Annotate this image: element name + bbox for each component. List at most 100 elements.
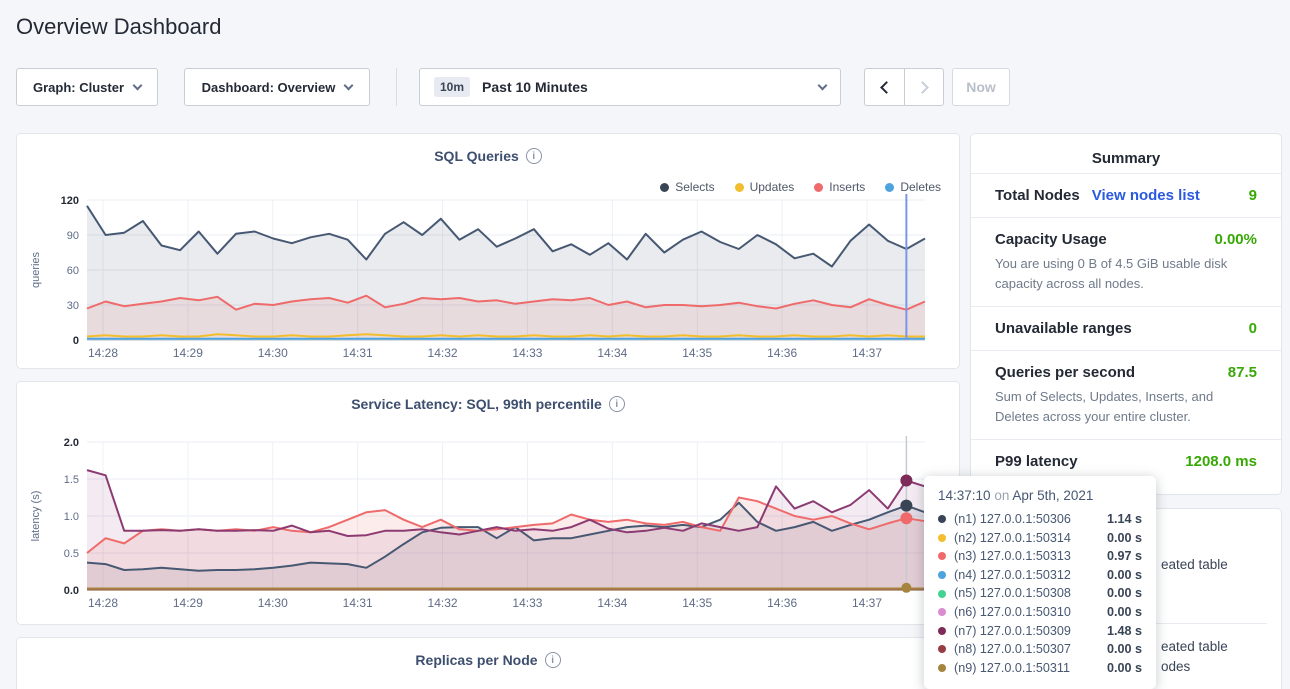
x-tick-label: 14:36: [767, 596, 797, 610]
summary-title: Summary: [971, 134, 1281, 173]
x-tick-label: 14:34: [597, 596, 627, 610]
event-item-fragment: eated table: [1161, 557, 1228, 572]
y-tick-label: 0.5: [64, 548, 79, 560]
view-nodes-link[interactable]: View nodes list: [1092, 187, 1200, 204]
chevron-down-icon: [133, 80, 143, 90]
sql-queries-chart[interactable]: 14:2814:2914:3014:3114:3214:3314:3414:35…: [25, 190, 953, 364]
summary-row-unavailable: Unavailable ranges 0: [971, 306, 1281, 350]
x-tick-label: 14:32: [428, 346, 458, 360]
chevron-down-icon: [344, 80, 354, 90]
x-tick-label: 14:33: [512, 346, 542, 360]
tooltip-row: (n5) 127.0.0.1:50308 0.00 s: [938, 584, 1142, 603]
next-time-button[interactable]: [904, 68, 944, 106]
info-icon[interactable]: i: [545, 652, 561, 668]
info-icon[interactable]: i: [609, 396, 625, 412]
node-latency-value: 0.00 s: [1107, 566, 1142, 585]
summary-row-qps: Queries per second 87.5 Sum of Selects, …: [971, 350, 1281, 439]
node-color-dot-icon: [938, 664, 946, 672]
node-color-dot-icon: [938, 534, 946, 542]
replicas-panel: Replicas per Node i: [16, 637, 960, 689]
y-axis-title: latency (s): [30, 491, 42, 542]
sql-chart-title: SQL Queries i: [17, 134, 959, 164]
tooltip-rows: (n1) 127.0.0.1:503061.14 s(n2) 127.0.0.1…: [938, 510, 1142, 677]
tooltip-connector: on: [991, 488, 1013, 503]
event-item-fragment: eated table: [1161, 639, 1228, 654]
now-button[interactable]: Now: [952, 68, 1010, 106]
controls-divider: [396, 68, 397, 106]
page-title: Overview Dashboard: [16, 14, 221, 40]
node-color-dot-icon: [938, 608, 946, 616]
replicas-chart-title: Replicas per Node i: [17, 638, 959, 668]
tooltip-row: (n6) 127.0.0.1:503100.00 s: [938, 603, 1142, 622]
y-tick-label: 0.0: [64, 585, 79, 597]
dashboard-dropdown-label: Dashboard: Overview: [202, 80, 336, 95]
node-address: (n3) 127.0.0.1:50313: [954, 547, 1071, 566]
total-nodes-value: 9: [1249, 187, 1257, 204]
qps-value: 87.5: [1228, 364, 1257, 381]
y-tick-label: 30: [67, 300, 79, 312]
dashboard-dropdown[interactable]: Dashboard: Overview: [184, 68, 370, 106]
total-nodes-label: Total Nodes: [995, 187, 1080, 204]
graph-dropdown-label: Graph: Cluster: [33, 80, 124, 95]
summary-row-capacity: Capacity Usage 0.00% You are using 0 B o…: [971, 217, 1281, 306]
x-tick-label: 14:37: [852, 596, 882, 610]
time-range-selector[interactable]: 10m Past 10 Minutes: [419, 68, 841, 106]
node-address: (n2) 127.0.0.1:50314: [954, 529, 1071, 548]
x-tick-label: 14:37: [852, 346, 882, 360]
x-tick-label: 14:30: [258, 596, 288, 610]
node-latency-value: 0.00 s: [1107, 584, 1142, 603]
node-latency-value: 0.97 s: [1107, 547, 1142, 566]
y-tick-label: 2.0: [64, 437, 79, 449]
x-tick-label: 14:31: [343, 596, 373, 610]
y-axis-title: queries: [30, 251, 42, 288]
node-latency-value: 0.00 s: [1107, 529, 1142, 548]
node-latency-value: 1.48 s: [1107, 622, 1142, 641]
node-color-dot-icon: [938, 645, 946, 653]
tooltip-row: (n2) 127.0.0.1:50314 0.00 s: [938, 529, 1142, 548]
chevron-right-icon: [916, 81, 929, 94]
latency-chart-title: Service Latency: SQL, 99th percentile i: [17, 382, 959, 412]
chevron-down-icon: [818, 80, 828, 90]
x-tick-label: 14:28: [88, 346, 118, 360]
qps-label: Queries per second: [995, 364, 1135, 381]
node-latency-value: 0.00 s: [1107, 640, 1142, 659]
x-tick-label: 14:29: [173, 346, 203, 360]
x-tick-label: 14:33: [512, 596, 542, 610]
node-color-dot-icon: [938, 552, 946, 560]
node-address: (n8) 127.0.0.1:50307: [954, 640, 1071, 659]
info-icon[interactable]: i: [526, 148, 542, 164]
node-address: (n6) 127.0.0.1:50310: [954, 603, 1071, 622]
replicas-chart-title-text: Replicas per Node: [415, 652, 537, 668]
latency-panel: Service Latency: SQL, 99th percentile i …: [16, 381, 960, 625]
y-tick-label: 120: [61, 195, 79, 207]
x-tick-label: 14:28: [88, 596, 118, 610]
graph-dropdown[interactable]: Graph: Cluster: [16, 68, 158, 106]
prev-time-button[interactable]: [864, 68, 904, 106]
node-color-dot-icon: [938, 590, 946, 598]
x-tick-label: 14:35: [682, 596, 712, 610]
node-address: (n5) 127.0.0.1:50308: [954, 584, 1071, 603]
summary-panel: Summary Total Nodes View nodes list 9 Ca…: [970, 133, 1282, 495]
tooltip-row: (n1) 127.0.0.1:503061.14 s: [938, 510, 1142, 529]
latency-tooltip: 14:37:10 on Apr 5th, 2021 (n1) 127.0.0.1…: [924, 476, 1156, 689]
latency-chart[interactable]: 14:2814:2914:3014:3114:3214:3314:3414:35…: [25, 432, 953, 614]
sql-chart-title-text: SQL Queries: [434, 148, 519, 164]
capacity-label: Capacity Usage: [995, 231, 1107, 248]
node-color-dot-icon: [938, 627, 946, 635]
tooltip-date: Apr 5th, 2021: [1012, 488, 1093, 503]
node-address: (n4) 127.0.0.1:50312: [954, 566, 1071, 585]
p99-label: P99 latency: [995, 453, 1078, 470]
unavailable-value: 0: [1249, 320, 1257, 337]
time-range-label: Past 10 Minutes: [482, 79, 588, 95]
tooltip-row: (n3) 127.0.0.1:50313 0.97 s: [938, 547, 1142, 566]
event-item-fragment: odes: [1161, 659, 1190, 674]
y-tick-label: 0: [73, 335, 79, 347]
x-tick-label: 14:31: [343, 346, 373, 360]
controls-bar: Graph: Cluster Dashboard: Overview 10m P…: [0, 68, 1290, 106]
time-range-badge: 10m: [434, 77, 470, 97]
y-tick-label: 60: [67, 265, 79, 277]
tooltip-row: (n8) 127.0.0.1:50307 0.00 s: [938, 640, 1142, 659]
x-tick-label: 14:30: [258, 346, 288, 360]
tooltip-time: 14:37:10: [938, 488, 991, 503]
x-tick-label: 14:35: [682, 346, 712, 360]
